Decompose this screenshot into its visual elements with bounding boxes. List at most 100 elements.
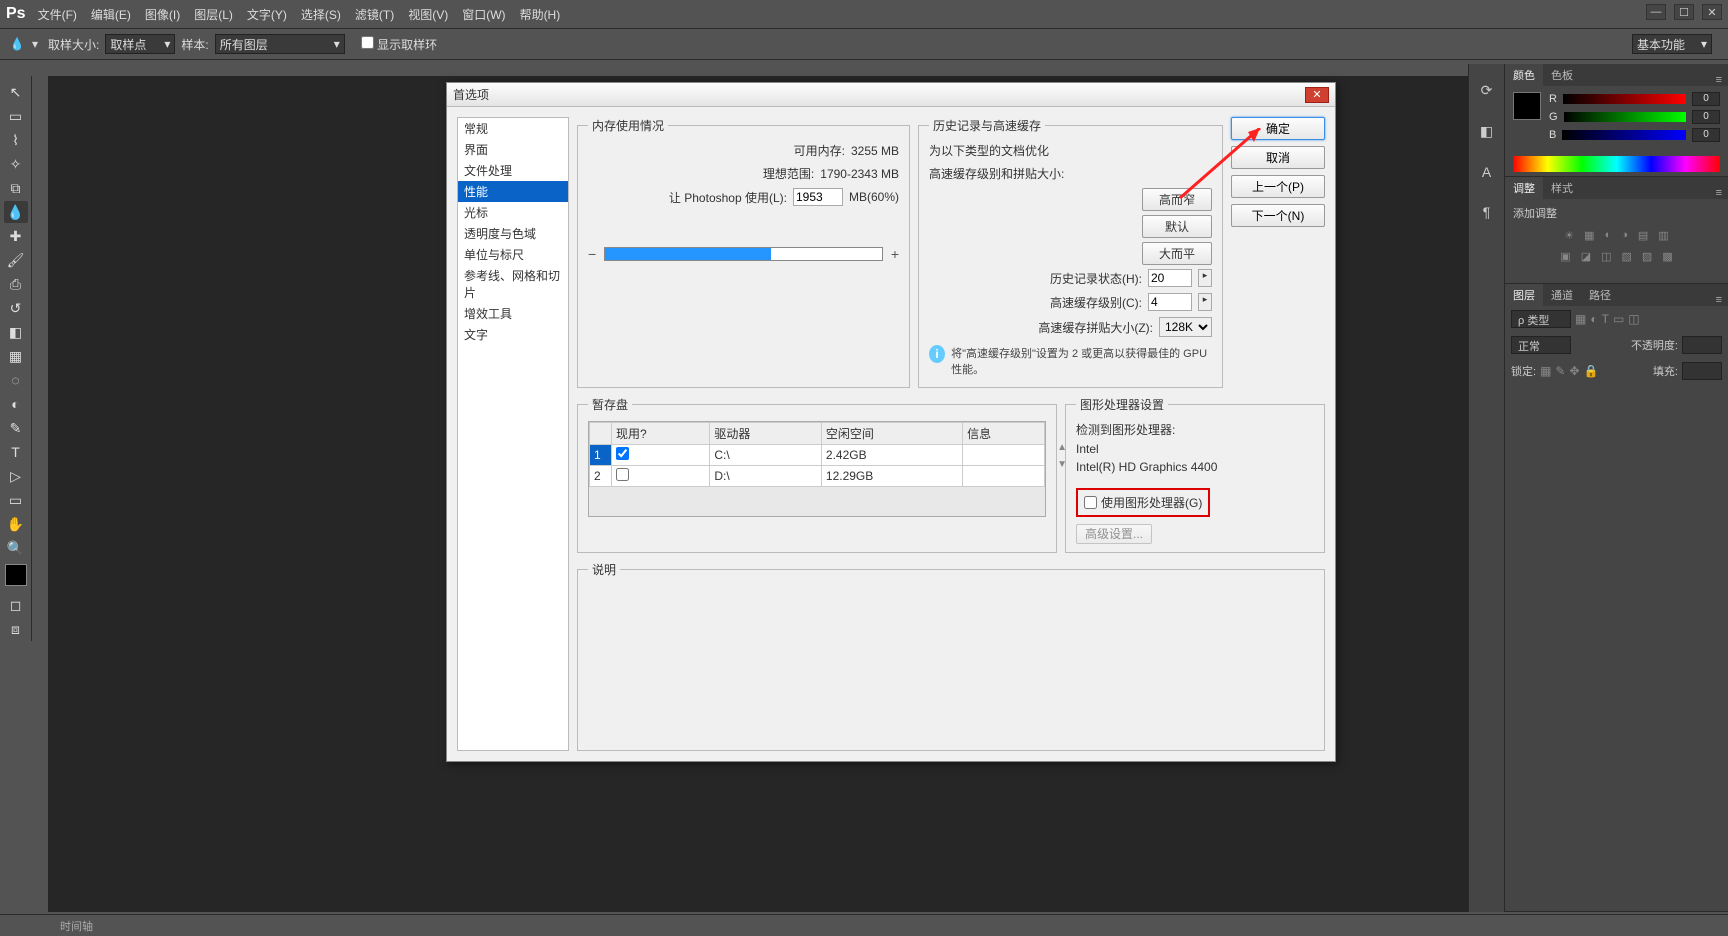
menu-image[interactable]: 图像(I)	[145, 6, 180, 23]
let-use-input[interactable]	[793, 188, 843, 206]
b-slider[interactable]	[1562, 130, 1686, 140]
filter-icon[interactable]: ▭	[1613, 312, 1624, 326]
adj-icon[interactable]: ☀	[1564, 229, 1574, 242]
minimize-button[interactable]: —	[1646, 4, 1666, 20]
prev-button[interactable]: 上一个(P)	[1231, 175, 1325, 198]
cancel-button[interactable]: 取消	[1231, 146, 1325, 169]
fill-field[interactable]	[1682, 362, 1722, 380]
lock-icon[interactable]: 🔒	[1584, 364, 1599, 378]
preset-tall-button[interactable]: 高而窄	[1142, 188, 1212, 211]
tab-paths[interactable]: 路径	[1581, 284, 1619, 306]
ok-button[interactable]: 确定	[1231, 117, 1325, 140]
hand-tool[interactable]: ✋	[4, 513, 28, 535]
adj-icon[interactable]: ◐	[1605, 229, 1612, 242]
cat-transparency[interactable]: 透明度与色域	[458, 223, 568, 244]
dialog-close-button[interactable]: ✕	[1305, 87, 1329, 103]
cat-plugins[interactable]: 增效工具	[458, 303, 568, 324]
g-value[interactable]: 0	[1692, 110, 1720, 124]
adj-icon[interactable]: ▦	[1584, 229, 1594, 242]
brush-tool[interactable]: 🖌	[4, 249, 28, 271]
adj-icon[interactable]: ◪	[1581, 250, 1591, 263]
quickmask-tool[interactable]: ◻	[4, 594, 28, 616]
filter-icon[interactable]: ◫	[1628, 312, 1639, 326]
menu-window[interactable]: 窗口(W)	[462, 6, 505, 23]
show-ring-checkbox[interactable]: 显示取样环	[361, 36, 437, 53]
adj-icon[interactable]: ▨	[1642, 250, 1652, 263]
blur-tool[interactable]: ◌	[4, 369, 28, 391]
memory-slider[interactable]	[604, 247, 883, 261]
path-select-tool[interactable]: ▷	[4, 465, 28, 487]
adj-icon[interactable]: ◫	[1601, 250, 1611, 263]
g-slider[interactable]	[1564, 112, 1686, 122]
stamp-tool[interactable]: ⎙	[4, 273, 28, 295]
move-up-icon[interactable]: ▲	[1057, 442, 1067, 453]
menu-help[interactable]: 帮助(H)	[520, 6, 561, 23]
opacity-field[interactable]	[1682, 336, 1722, 354]
preset-big-button[interactable]: 大而平	[1142, 242, 1212, 265]
adj-icon[interactable]: ▧	[1622, 250, 1632, 263]
crop-tool[interactable]: ⧉	[4, 177, 28, 199]
maximize-button[interactable]: ☐	[1674, 4, 1694, 20]
eraser-tool[interactable]: ◧	[4, 321, 28, 343]
zoom-tool[interactable]: 🔍	[4, 537, 28, 559]
move-down-icon[interactable]: ▼	[1057, 459, 1067, 470]
blend-mode-select[interactable]: 正常	[1511, 336, 1571, 354]
tab-adjustments[interactable]: 调整	[1505, 177, 1543, 199]
b-value[interactable]: 0	[1692, 128, 1720, 142]
tab-swatches[interactable]: 色板	[1543, 64, 1581, 86]
memory-minus[interactable]: −	[588, 246, 596, 262]
sample-size-select[interactable]: 取样点▾	[105, 34, 175, 54]
menu-layer[interactable]: 图层(L)	[194, 6, 233, 23]
tab-layers[interactable]: 图层	[1505, 284, 1543, 306]
r-value[interactable]: 0	[1692, 92, 1720, 106]
cat-units[interactable]: 单位与标尺	[458, 244, 568, 265]
cat-interface[interactable]: 界面	[458, 139, 568, 160]
filter-icon[interactable]: T	[1602, 312, 1609, 326]
stepper[interactable]: ▸	[1198, 293, 1212, 311]
scratch-active-checkbox[interactable]	[616, 447, 629, 460]
sample-select[interactable]: 所有图层▾	[215, 34, 345, 54]
timeline-label[interactable]: 时间轴	[60, 918, 93, 934]
color-swatch[interactable]	[5, 564, 27, 586]
menu-type[interactable]: 文字(Y)	[247, 6, 287, 23]
cat-general[interactable]: 常规	[458, 118, 568, 139]
history-icon[interactable]: ⟳	[1481, 82, 1493, 99]
screenmode-tool[interactable]: ⧈	[4, 618, 28, 640]
adj-icon[interactable]: ▣	[1560, 250, 1570, 263]
type-tool[interactable]: T	[4, 441, 28, 463]
heal-tool[interactable]: ✚	[4, 225, 28, 247]
memory-plus[interactable]: +	[891, 246, 899, 262]
adj-icon[interactable]: ▥	[1658, 229, 1668, 242]
menu-select[interactable]: 选择(S)	[301, 6, 341, 23]
lock-icon[interactable]: ✎	[1555, 364, 1565, 378]
color-spectrum[interactable]	[1513, 156, 1720, 172]
shape-tool[interactable]: ▭	[4, 489, 28, 511]
next-button[interactable]: 下一个(N)	[1231, 204, 1325, 227]
character-icon[interactable]: A	[1482, 164, 1491, 180]
lock-icon[interactable]: ▦	[1540, 364, 1551, 378]
move-tool[interactable]: ↖	[4, 81, 28, 103]
dodge-tool[interactable]: ◐	[4, 393, 28, 415]
panel-menu-icon[interactable]: ≡	[1710, 294, 1728, 306]
adj-icon[interactable]: ▩	[1662, 250, 1672, 263]
close-button[interactable]: ✕	[1702, 4, 1722, 20]
menu-view[interactable]: 视图(V)	[408, 6, 448, 23]
panel-menu-icon[interactable]: ≡	[1710, 187, 1728, 199]
table-row[interactable]: 1 C:\ 2.42GB	[590, 445, 1045, 466]
dialog-titlebar[interactable]: 首选项 ✕	[447, 83, 1335, 107]
preset-default-button[interactable]: 默认	[1142, 215, 1212, 238]
paragraph-icon[interactable]: ¶	[1483, 204, 1491, 220]
filter-icon[interactable]: ◐	[1590, 312, 1597, 326]
cat-guides[interactable]: 参考线、网格和切片	[458, 265, 568, 303]
eyedropper-tool[interactable]: 💧	[4, 201, 28, 223]
marquee-tool[interactable]: ▭	[4, 105, 28, 127]
properties-icon[interactable]: ◧	[1480, 123, 1493, 140]
cat-filehandling[interactable]: 文件处理	[458, 160, 568, 181]
scratch-active-checkbox[interactable]	[616, 468, 629, 481]
wand-tool[interactable]: ✧	[4, 153, 28, 175]
workspace-select[interactable]: 基本功能▾	[1632, 34, 1712, 54]
use-gpu-checkbox[interactable]: 使用图形处理器(G)	[1076, 488, 1210, 517]
pen-tool[interactable]: ✎	[4, 417, 28, 439]
lock-icon[interactable]: ✥	[1569, 364, 1579, 378]
menu-file[interactable]: 文件(F)	[38, 6, 77, 23]
